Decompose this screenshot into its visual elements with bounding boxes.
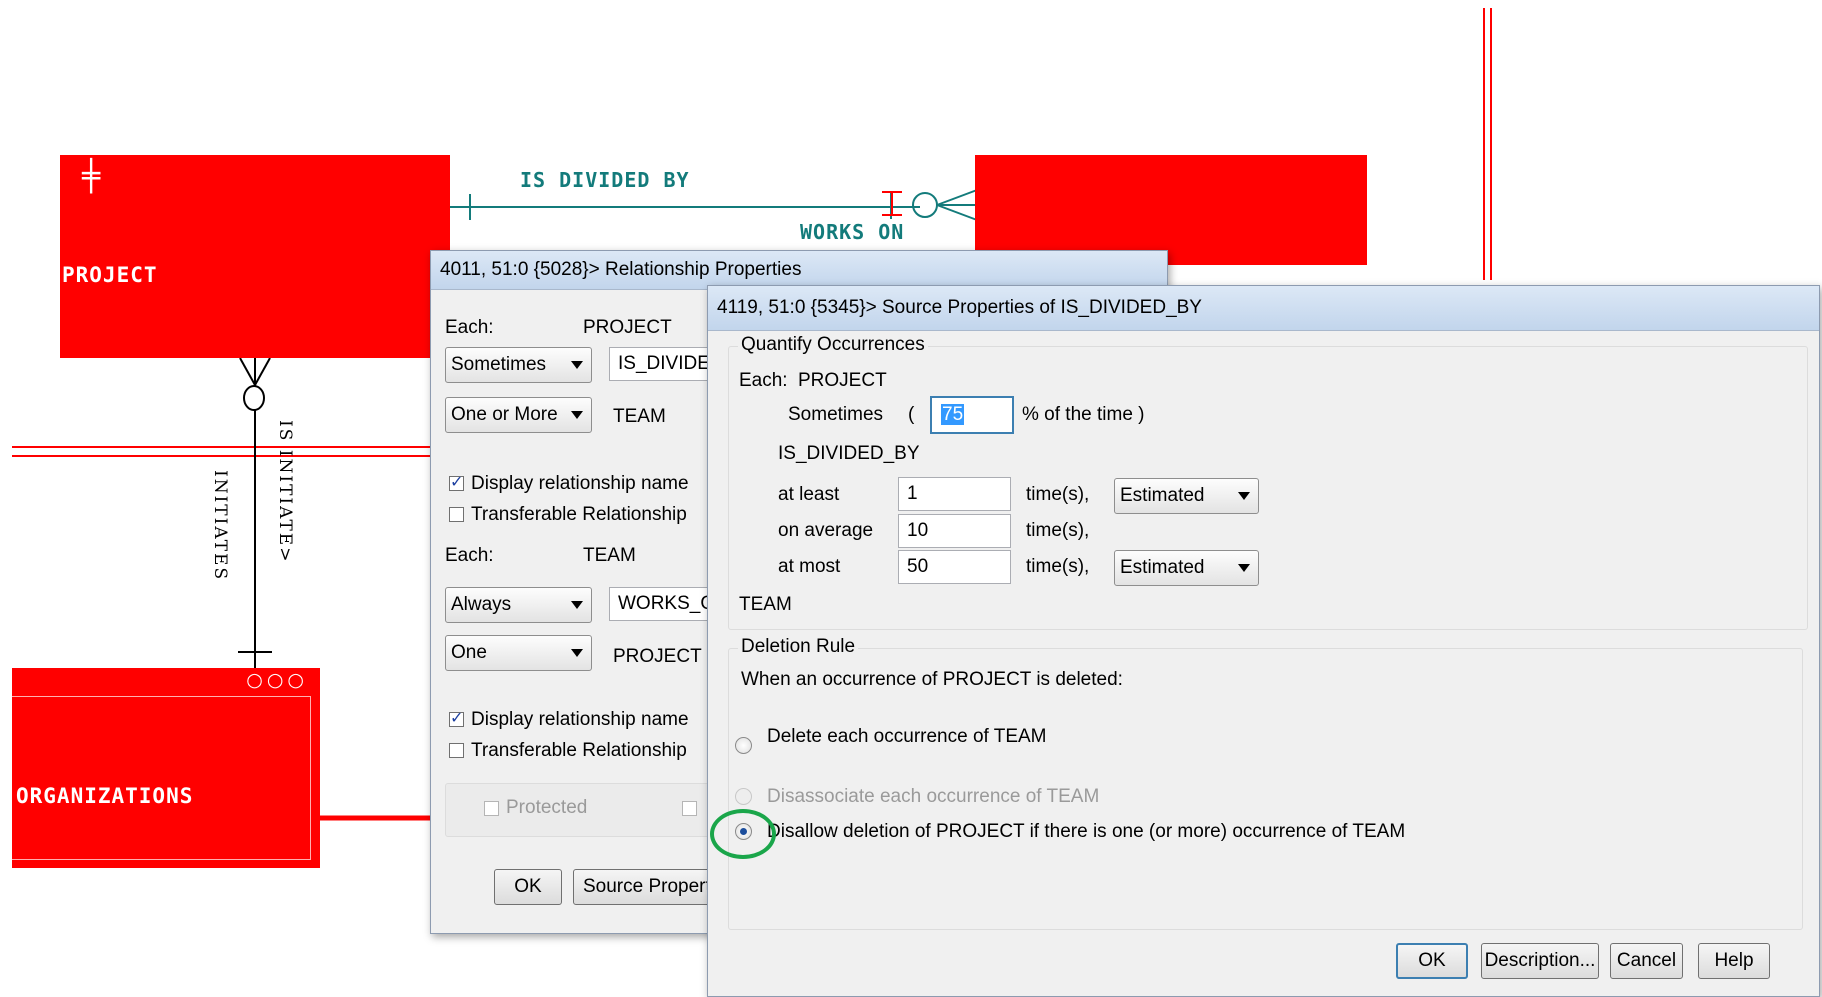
optionality-select[interactable]: Sometimes xyxy=(445,347,592,383)
entity-team[interactable] xyxy=(975,155,1367,265)
at-least-mode-value: Estimated xyxy=(1120,485,1205,506)
relationship-line-initiates[interactable] xyxy=(238,357,272,672)
times-label: time(s), xyxy=(1026,556,1090,577)
cancel-button[interactable]: Cancel xyxy=(1610,943,1683,979)
chevron-down-icon xyxy=(571,601,583,609)
description-button[interactable]: Description... xyxy=(1481,943,1599,979)
sometimes-label: Sometimes xyxy=(788,404,884,425)
entity-organizations[interactable]: ○○○ ORGANIZATIONS xyxy=(12,668,320,868)
disallow-option-label[interactable]: Disallow deletion of PROJECT if there is… xyxy=(767,821,1405,843)
chevron-down-icon xyxy=(1238,564,1250,572)
times-label: time(s), xyxy=(1026,520,1090,541)
at-most-mode-value: Estimated xyxy=(1120,557,1205,578)
option-checkbox[interactable] xyxy=(682,801,697,816)
chevron-down-icon xyxy=(571,649,583,657)
group-title: Deletion Rule xyxy=(738,636,859,658)
each-entity: TEAM xyxy=(583,545,636,566)
optionality-value: Always xyxy=(451,594,512,615)
relationship-marker xyxy=(882,191,902,216)
entity-name-project: PROJECT xyxy=(62,263,158,287)
transferable-label[interactable]: Transferable Relationship xyxy=(471,740,687,762)
at-least-mode-select[interactable]: Estimated xyxy=(1114,478,1259,514)
open-paren: ( xyxy=(908,404,915,425)
cardinality-select[interactable]: One xyxy=(445,635,592,671)
chevron-down-icon xyxy=(571,411,583,419)
disassociate-option-label[interactable]: Disassociate each occurrence of TEAM xyxy=(767,786,1099,808)
percent-suffix: % of the time ) xyxy=(1022,404,1145,425)
display-name-checkbox[interactable] xyxy=(449,472,464,491)
transferable-checkbox[interactable] xyxy=(449,507,464,522)
entity-inner-border xyxy=(12,696,311,860)
relationship-label-is-initiated[interactable]: IS INITIATE> xyxy=(275,420,295,563)
times-label: time(s), xyxy=(1026,484,1090,505)
relationship-label-initiates[interactable]: INITIATES xyxy=(210,470,230,581)
at-least-input[interactable]: 1 xyxy=(898,477,1011,511)
ok-button[interactable]: OK xyxy=(494,869,562,905)
cardinality-value: One xyxy=(451,642,487,663)
at-most-input[interactable]: 50 xyxy=(898,550,1011,584)
on-average-label: on average xyxy=(778,520,874,541)
source-properties-dialog: 4119, 51:0 {5345}> Source Properties of … xyxy=(707,285,1820,997)
at-most-label: at most xyxy=(778,556,841,577)
target-entity: TEAM xyxy=(613,406,666,427)
each-label: Each: xyxy=(739,370,788,391)
group-title: Quantify Occurrences xyxy=(738,334,928,356)
target-entity: TEAM xyxy=(739,594,792,615)
delete-radio[interactable] xyxy=(735,737,752,754)
entity-project[interactable]: ╪ PROJECT xyxy=(60,155,450,358)
display-name-checkbox[interactable] xyxy=(449,708,464,727)
protected-label[interactable]: Protected xyxy=(506,797,587,819)
transferable-checkbox[interactable] xyxy=(449,743,464,758)
on-average-input[interactable]: 10 xyxy=(898,514,1011,548)
target-entity: PROJECT xyxy=(613,646,702,667)
chevron-down-icon xyxy=(571,361,583,369)
deletion-prompt: When an occurrence of PROJECT is deleted… xyxy=(741,669,1123,690)
primary-key-marker-icon: ╪ xyxy=(82,159,101,194)
entity-name-organizations: ORGANIZATIONS xyxy=(16,784,194,808)
chevron-down-icon xyxy=(1238,492,1250,500)
each-entity: PROJECT xyxy=(798,370,887,391)
each-label: Each: xyxy=(445,545,494,566)
at-least-label: at least xyxy=(778,484,840,505)
options-group: Protected xyxy=(445,783,717,837)
quantify-occurrences-group: Quantify Occurrences xyxy=(728,334,1808,630)
attribute-markers-icon: ○○○ xyxy=(246,669,308,691)
optionality-value: Sometimes xyxy=(451,354,547,375)
ok-button[interactable]: OK xyxy=(1396,943,1468,979)
relationship-name: IS_DIVIDED_BY xyxy=(778,443,920,464)
at-most-mode-select[interactable]: Estimated xyxy=(1114,550,1259,586)
percent-input[interactable]: 75 xyxy=(930,396,1014,434)
display-name-label[interactable]: Display relationship name xyxy=(471,709,689,731)
protected-checkbox[interactable] xyxy=(484,801,499,816)
dialog-title[interactable]: 4119, 51:0 {5345}> Source Properties of … xyxy=(708,286,1819,331)
relationship-label-works-on[interactable]: WORKS ON xyxy=(800,220,904,244)
relationship-label-is-divided-by[interactable]: IS DIVIDED BY xyxy=(520,168,690,192)
cardinality-value: One or More xyxy=(451,404,558,425)
delete-option-label[interactable]: Delete each occurrence of TEAM xyxy=(767,726,1047,748)
transferable-label[interactable]: Transferable Relationship xyxy=(471,504,687,526)
disassociate-radio[interactable] xyxy=(735,788,752,805)
cardinality-select[interactable]: One or More xyxy=(445,397,592,433)
each-label: Each: xyxy=(445,317,494,338)
help-button[interactable]: Help xyxy=(1698,943,1770,979)
optionality-select[interactable]: Always xyxy=(445,587,592,623)
each-entity: PROJECT xyxy=(583,317,672,338)
percent-value: 75 xyxy=(941,404,965,425)
display-name-label[interactable]: Display relationship name xyxy=(471,473,689,495)
highlight-circle xyxy=(710,809,776,859)
